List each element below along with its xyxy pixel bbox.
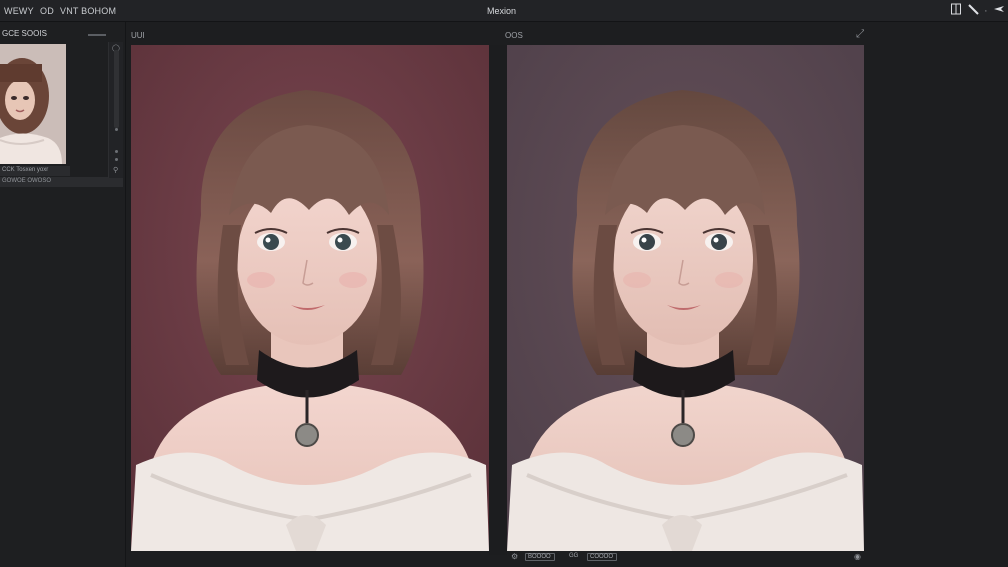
right-image-canvas[interactable]	[507, 45, 864, 551]
thumbnail-header-divider	[88, 34, 106, 36]
app-window: WEWY OD VNT BOHOM Mexion · GCE SOOIS CCK…	[0, 0, 1008, 567]
menu-file[interactable]: WEWY	[4, 6, 34, 16]
dot-icon: ·	[984, 5, 988, 17]
settings-icon[interactable]: ⚙	[511, 552, 518, 561]
menu-edit[interactable]: OD	[40, 6, 54, 16]
scroll-track[interactable]	[114, 50, 119, 128]
scroll-mark	[115, 150, 118, 153]
vertical-scrollbar[interactable]: ◯ ⚲	[108, 42, 123, 178]
thumbnail-panel: GCE SOOIS CCK Tosxen yoxr GOWOE OWOSO ◯ …	[0, 22, 126, 567]
scroll-mark	[115, 128, 118, 131]
right-empty-area	[864, 22, 1008, 567]
thumbnail-image[interactable]	[0, 44, 66, 164]
left-pane-label: UUI	[131, 31, 145, 40]
top-menu-bar: WEWY OD VNT BOHOM Mexion ·	[0, 0, 1008, 22]
thumbnail-footer: GOWOE OWOSO	[0, 177, 123, 187]
thumbnail-header: GCE SOOIS	[0, 26, 110, 42]
scroll-down-icon[interactable]: ⚲	[113, 166, 118, 174]
thumbnail-footer-text: GOWOE OWOSO	[2, 178, 51, 184]
pin-icon[interactable]	[993, 3, 1005, 19]
canvas-status-bar: ⚙ BOOOO GG COOOO ◉	[507, 551, 864, 563]
left-image-canvas[interactable]	[131, 45, 489, 551]
info-icon[interactable]: ◉	[854, 552, 861, 561]
thumbnail-caption-text: CCK Tosxen yoxr	[2, 167, 49, 173]
right-pane-label: OOS	[505, 31, 523, 40]
pane-divider[interactable]	[489, 45, 507, 555]
panel-toggle-icon[interactable]	[951, 3, 961, 19]
thumbnail-title: GCE SOOIS	[2, 29, 47, 38]
menu-view[interactable]: VNT BOHOM	[60, 6, 116, 16]
scroll-mark	[115, 158, 118, 161]
thumbnail-caption: CCK Tosxen yoxr	[0, 166, 70, 176]
brush-icon[interactable]	[968, 3, 980, 19]
status-chip-2[interactable]: COOOO	[587, 553, 617, 561]
status-chip-1[interactable]: BOOOO	[525, 553, 555, 561]
zoom-label: GG	[569, 553, 579, 559]
window-title: Mexion	[487, 6, 517, 16]
